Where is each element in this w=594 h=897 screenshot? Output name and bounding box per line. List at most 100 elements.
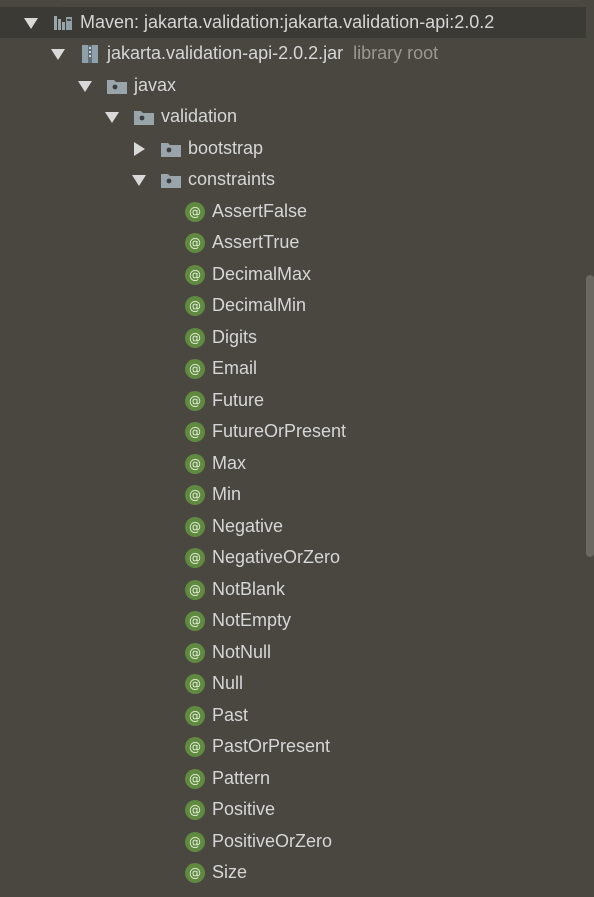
svg-text:@: @ <box>189 740 201 754</box>
tree-node-package-javax[interactable]: javax <box>0 70 586 101</box>
annotation-icon: @ <box>184 831 206 853</box>
package-label: constraints <box>188 169 276 189</box>
svg-text:@: @ <box>189 299 201 313</box>
svg-text:@: @ <box>189 268 201 282</box>
tree-node-annotation[interactable]: @ Size <box>0 857 586 888</box>
tree-node-annotation[interactable]: @ Future <box>0 385 586 416</box>
package-label: validation <box>161 106 238 126</box>
svg-text:@: @ <box>189 583 201 597</box>
tree-node-jar[interactable]: jakarta.validation-api-2.0.2.jar library… <box>0 38 586 69</box>
clipped-row <box>0 0 594 4</box>
package-label: bootstrap <box>188 138 264 158</box>
vertical-scrollbar[interactable] <box>586 275 594 557</box>
tree-node-package-validation[interactable]: validation <box>0 101 586 132</box>
library-root-hint: library root <box>353 43 439 63</box>
package-folder-icon <box>133 106 155 128</box>
tree-node-annotation[interactable]: @ NegativeOrZero <box>0 542 586 573</box>
chevron-down-icon[interactable] <box>24 18 38 29</box>
annotation-label: Negative <box>212 516 284 536</box>
annotation-icon: @ <box>184 421 206 443</box>
tree-node-annotation[interactable]: @ NotEmpty <box>0 605 586 636</box>
chevron-down-icon[interactable] <box>51 49 65 60</box>
annotation-label: Positive <box>212 799 276 819</box>
annotation-icon: @ <box>184 358 206 380</box>
tree-node-maven-library[interactable]: Maven: jakarta.validation:jakarta.valida… <box>0 7 586 38</box>
annotation-icon: @ <box>184 390 206 412</box>
expand-toggle[interactable] <box>130 141 148 156</box>
annotation-icon: @ <box>184 201 206 223</box>
expand-toggle[interactable] <box>76 79 94 92</box>
expand-toggle[interactable] <box>130 173 148 186</box>
svg-text:@: @ <box>189 362 201 376</box>
tree-node-annotation[interactable]: @ DecimalMin <box>0 290 586 321</box>
annotation-icon: @ <box>184 453 206 475</box>
expand-toggle[interactable] <box>22 16 40 29</box>
chevron-down-icon[interactable] <box>105 112 119 123</box>
tree-node-annotation[interactable]: @ AssertTrue <box>0 227 586 258</box>
chevron-down-icon[interactable] <box>132 175 146 186</box>
annotation-label: DecimalMax <box>212 264 312 284</box>
svg-text:@: @ <box>189 236 201 250</box>
annotation-label: DecimalMin <box>212 295 307 315</box>
tree-node-package-constraints[interactable]: constraints <box>0 164 586 195</box>
tree-node-annotation[interactable]: @ FutureOrPresent <box>0 416 586 447</box>
tree-node-annotation[interactable]: @ Past <box>0 700 586 731</box>
annotation-label: Past <box>212 705 249 725</box>
annotation-label: Max <box>212 453 247 473</box>
tree-node-annotation[interactable]: @ AssertFalse <box>0 196 586 227</box>
tree-node-package-bootstrap[interactable]: bootstrap <box>0 133 586 164</box>
svg-text:@: @ <box>189 677 201 691</box>
annotation-icon: @ <box>184 516 206 538</box>
annotation-label: AssertFalse <box>212 201 308 221</box>
annotation-label: Size <box>212 862 248 882</box>
package-folder-icon <box>160 138 182 160</box>
svg-text:@: @ <box>189 457 201 471</box>
tree-node-annotation[interactable]: @ Digits <box>0 322 586 353</box>
annotation-label: NotBlank <box>212 579 286 599</box>
svg-text:@: @ <box>189 205 201 219</box>
tree-node-annotation[interactable]: @ Negative <box>0 511 586 542</box>
tree-node-annotation[interactable]: @ Max <box>0 448 586 479</box>
svg-text:@: @ <box>189 772 201 786</box>
annotation-icon: @ <box>184 327 206 349</box>
annotation-icon: @ <box>184 484 206 506</box>
svg-text:@: @ <box>189 551 201 565</box>
svg-text:@: @ <box>189 331 201 345</box>
svg-text:@: @ <box>189 866 201 880</box>
tree-node-annotation[interactable]: @ Pattern <box>0 763 586 794</box>
tree-node-annotation[interactable]: @ Null <box>0 668 586 699</box>
tree-node-annotation[interactable]: @ PositiveOrZero <box>0 826 586 857</box>
tree-node-annotation[interactable]: @ DecimalMax <box>0 259 586 290</box>
chevron-right-icon[interactable] <box>133 141 145 156</box>
tree-node-annotation[interactable]: @ Positive <box>0 794 586 825</box>
annotation-label: FutureOrPresent <box>212 421 347 441</box>
svg-text:@: @ <box>189 803 201 817</box>
jar-archive-icon <box>79 43 101 65</box>
tree-node-annotation[interactable]: @ NotNull <box>0 637 586 668</box>
annotation-label: AssertTrue <box>212 232 300 252</box>
annotation-label: PastOrPresent <box>212 736 331 756</box>
tree-node-annotation[interactable]: @ Email <box>0 353 586 384</box>
annotation-label: PositiveOrZero <box>212 831 333 851</box>
annotation-label: NotEmpty <box>212 610 292 630</box>
annotation-label: Null <box>212 673 244 693</box>
annotation-icon: @ <box>184 264 206 286</box>
svg-text:@: @ <box>189 614 201 628</box>
annotation-label: Future <box>212 390 265 410</box>
expand-toggle[interactable] <box>49 47 67 60</box>
svg-text:@: @ <box>189 394 201 408</box>
expand-toggle[interactable] <box>103 110 121 123</box>
svg-text:@: @ <box>189 835 201 849</box>
annotation-label: Digits <box>212 327 258 347</box>
svg-text:@: @ <box>189 646 201 660</box>
tree-node-annotation[interactable]: @ PastOrPresent <box>0 731 586 762</box>
annotation-label: Min <box>212 484 242 504</box>
annotation-label: NotNull <box>212 642 272 662</box>
svg-text:@: @ <box>189 425 201 439</box>
annotation-label: Email <box>212 358 258 378</box>
chevron-down-icon[interactable] <box>78 81 92 92</box>
tree-node-annotation[interactable]: @ NotBlank <box>0 574 586 605</box>
annotation-icon: @ <box>184 799 206 821</box>
annotation-label: Pattern <box>212 768 271 788</box>
tree-node-annotation[interactable]: @ Min <box>0 479 586 510</box>
